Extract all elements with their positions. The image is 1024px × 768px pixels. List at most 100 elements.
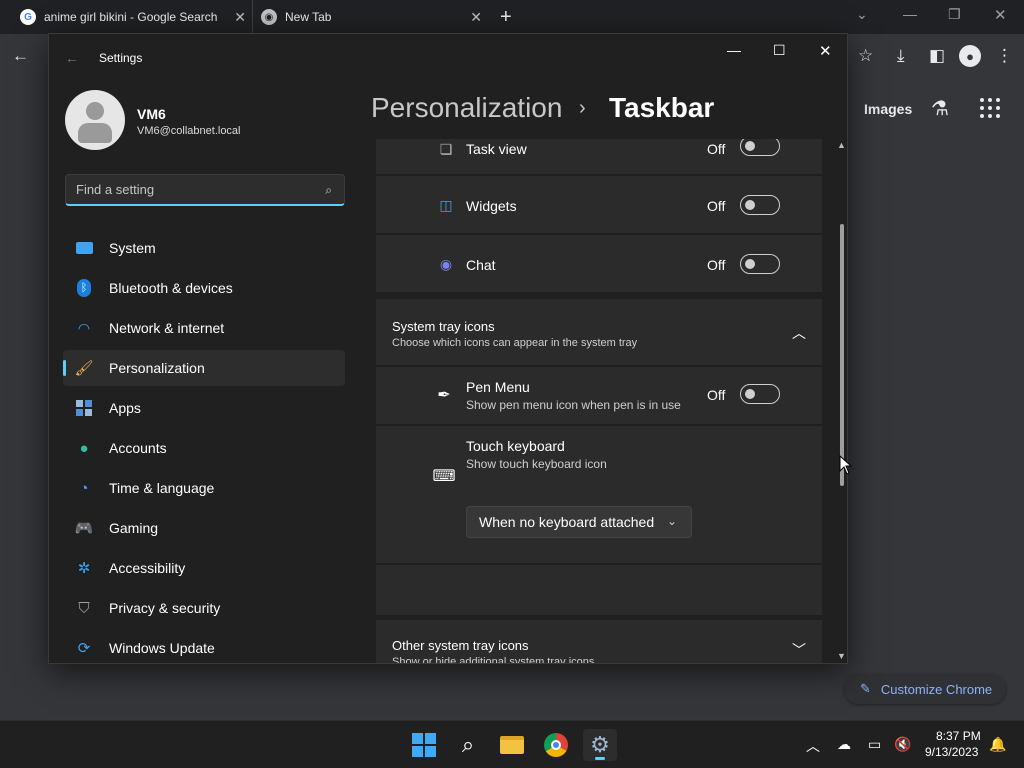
setting-row-touch-keyboard: ⌨ Touch keyboard Show touch keyboard ico… [376,426,822,563]
gear-icon: ⚙ [590,732,610,757]
minimize-icon[interactable]: — [903,6,917,22]
menu-kebab-icon[interactable]: ⋮ [996,46,1013,66]
folder-icon [500,736,524,754]
tab-google-search[interactable]: G anime girl bikini - Google Search ✕ [12,0,252,34]
images-link[interactable]: Images [864,101,912,117]
breadcrumb-parent[interactable]: Personalization [371,92,562,124]
bookmark-star-icon[interactable]: ☆ [858,46,873,66]
scroll-down-icon[interactable]: ▼ [837,651,846,661]
apps-icon [75,399,93,417]
download-icon[interactable]: ⤓ [897,46,905,66]
search-icon: ⌕ [461,732,475,757]
settings-nav: System ᛒ Bluetooth & devices ◠ Network &… [63,230,345,663]
volume-muted-icon[interactable]: 🔇 [894,736,911,753]
toggle-state: Off [707,198,726,214]
show-hidden-icons-icon[interactable]: ︿ [806,736,820,756]
nav-label: Privacy & security [109,600,221,616]
setting-subtitle: Show pen menu icon when pen is in use [466,398,681,412]
globe-clock-icon: ◔ [79,479,89,497]
scroll-up-icon[interactable]: ▲ [837,140,846,150]
scrollbar-thumb[interactable] [840,224,844,486]
nav-item-network[interactable]: ◠ Network & internet [63,310,345,346]
close-window-icon[interactable]: ✕ [994,6,1007,24]
page-title: Taskbar [609,92,715,123]
system-tray-icons-header[interactable]: System tray icons Choose which icons can… [376,299,822,365]
tab-search-icon[interactable]: ⌄ [856,6,868,23]
customize-chrome-button[interactable]: ✎ Customize Chrome [844,674,1006,704]
onedrive-icon[interactable]: ☁ [837,736,851,753]
tab-title: New Tab [285,10,332,24]
nav-item-system[interactable]: System [63,230,345,266]
setting-row-task-view: ❏ Task view Off [376,139,822,174]
restore-icon[interactable]: ❐ [948,6,961,23]
nav-item-apps[interactable]: Apps [63,390,345,426]
nav-label: Accessibility [109,560,186,576]
update-icon: ⟳ [77,640,91,657]
setting-label: Pen Menu [466,379,530,395]
customize-label: Customize Chrome [880,681,993,697]
pen-icon: ✒ [437,387,451,404]
mouse-cursor-icon [839,455,853,475]
brush-icon: 🖌 [74,360,94,377]
task-view-icon: ❏ [439,140,453,157]
chat-toggle[interactable] [740,254,780,274]
google-apps-icon[interactable] [980,98,1000,118]
maximize-icon[interactable]: ☐ [773,42,786,59]
nav-label: Accounts [109,440,167,456]
toggle-state: Off [707,141,726,157]
notification-bell-icon[interactable]: 🔔 [989,736,1006,753]
setting-subtitle: Show touch keyboard icon [466,457,607,471]
nav-item-accounts[interactable]: ● Accounts [63,430,345,466]
nav-item-bluetooth[interactable]: ᛒ Bluetooth & devices [63,270,345,306]
touch-keyboard-dropdown[interactable]: When no keyboard attached ⌄ [466,506,692,538]
close-tab-icon[interactable]: ✕ [234,9,246,26]
nav-item-time-language[interactable]: ◔ Time & language [63,470,345,506]
settings-window: ← Settings — ☐ ✕ VM6 VM6@collabnet.local… [48,33,848,664]
nav-label: Personalization [109,360,205,376]
tab-new-tab[interactable]: ◉ New Tab ✕ [252,0,488,34]
nav-label: Gaming [109,520,159,536]
chevron-up-icon[interactable]: ︿ [792,323,806,343]
search-input[interactable]: Find a setting ⌕ [65,174,345,206]
clock-time[interactable]: 8:37 PM [936,729,981,743]
new-tab-button[interactable]: + [500,6,512,29]
pen-menu-toggle[interactable] [740,384,780,404]
nav-item-accessibility[interactable]: ✲ Accessibility [63,550,345,586]
wifi-icon: ◠ [77,319,91,336]
minimize-icon[interactable]: — [727,42,741,58]
labs-flask-icon[interactable]: ⚗ [931,96,949,121]
side-panel-icon[interactable]: ◧ [929,46,945,66]
chrome-icon [544,733,568,757]
nav-item-privacy[interactable]: ⛉ Privacy & security [63,590,345,626]
clock-date[interactable]: 9/13/2023 [925,745,978,759]
chevron-down-icon[interactable]: ﹀ [792,640,806,660]
nav-label: Apps [109,400,141,416]
widgets-toggle[interactable] [740,195,780,215]
nav-label: Network & internet [109,320,225,336]
settings-taskbar-button[interactable]: ⚙ [583,729,617,761]
chrome-taskbar-button[interactable] [539,729,573,761]
back-icon[interactable]: ← [12,46,29,66]
close-tab-icon[interactable]: ✕ [470,9,482,26]
network-icon[interactable]: ▭ [868,736,881,753]
nav-item-personalization[interactable]: 🖌 Personalization [63,350,345,386]
user-avatar[interactable] [65,90,125,150]
monitor-icon [75,239,93,257]
profile-avatar-icon[interactable]: ● [959,45,981,67]
tab-title: anime girl bikini - Google Search [44,10,218,24]
nav-item-gaming[interactable]: 🎮 Gaming [63,510,345,546]
window-title: Settings [99,51,143,65]
search-icon: ⌕ [325,183,332,197]
chrome-icon: ◉ [261,9,277,25]
shield-icon: ⛉ [78,599,90,617]
back-arrow-icon[interactable]: ← [65,50,79,66]
user-email: VM6@collabnet.local [137,125,241,137]
start-button[interactable] [407,729,441,761]
task-view-toggle[interactable] [740,139,780,156]
file-explorer-button[interactable] [495,729,529,761]
user-name: VM6 [137,106,166,122]
search-taskbar-button[interactable]: ⌕ [451,729,485,761]
close-icon[interactable]: ✕ [819,42,832,60]
other-system-tray-icons-header[interactable]: Other system tray icons Show or hide add… [376,620,822,663]
nav-item-windows-update[interactable]: ⟳ Windows Update [63,630,345,663]
